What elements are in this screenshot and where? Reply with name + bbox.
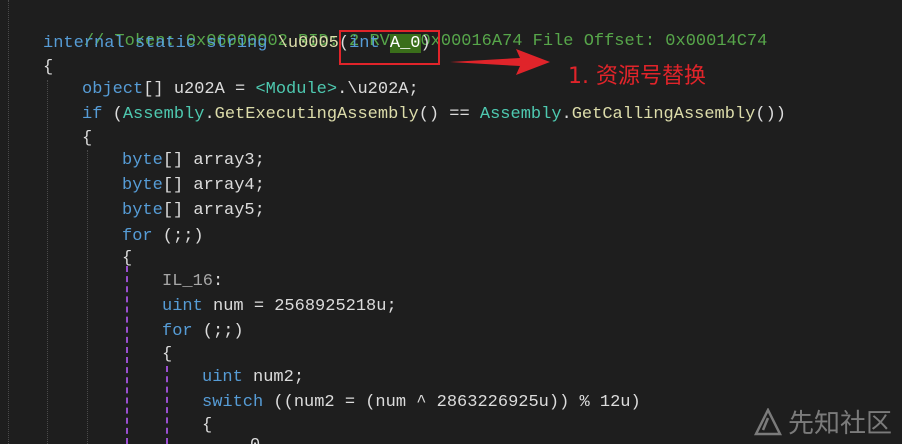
watermark-text: 先知社区 — [787, 409, 892, 439]
keyword-static: static — [134, 34, 197, 53]
keyword-for: for — [122, 227, 153, 246]
indent-guide — [8, 0, 9, 444]
code-fragment: ; — [386, 297, 397, 316]
indent-guide — [87, 150, 88, 444]
code-line-for: for (;;) — [162, 320, 244, 344]
annotation-highlight-box — [339, 30, 440, 65]
indent-guide — [47, 80, 48, 444]
code-line-for: for (;;) — [122, 225, 204, 249]
method-get-calling-assembly: GetCallingAssembly — [571, 105, 756, 124]
type-assembly: Assembly — [122, 105, 205, 124]
code-fragment: . — [561, 105, 572, 124]
brace-open: { — [82, 129, 93, 148]
code-fragment: (;;) — [192, 322, 244, 341]
code-line-brace: { — [82, 127, 92, 151]
xianzhi-logo-icon — [753, 407, 782, 435]
watermark: 先知社区 — [753, 403, 892, 440]
keyword-string: string — [206, 34, 268, 53]
method-name: \u0005 — [277, 34, 339, 53]
code-fragment: )) % — [548, 393, 600, 412]
number-literal: 2863226925u — [436, 393, 549, 412]
number-literal: 12u — [599, 393, 631, 412]
code-fragment: . — [204, 105, 215, 124]
code-line-uint-num2: uint num2; — [202, 366, 304, 390]
type-module: <Module> — [255, 80, 338, 99]
keyword-if: if — [82, 105, 103, 124]
indent-guide-active — [166, 366, 168, 444]
code-line-switch: switch ((num2 = (num ^ 2863226925u)) % 1… — [202, 391, 641, 415]
code-fragment: : — [213, 272, 224, 291]
code-fragment: ()) — [755, 105, 786, 124]
annotation-label: 1. 资源号替换 — [568, 64, 706, 89]
keyword-for: for — [162, 322, 193, 341]
code-line-byte-array3: byte[] array3; — [122, 149, 265, 173]
code-fragment: ((num2 = (num ^ — [263, 393, 437, 412]
code-fragment: ( — [102, 105, 123, 124]
code-line-byte-array4: byte[] array4; — [122, 174, 265, 198]
code-line-brace: { — [202, 414, 212, 438]
code-fragment: ) — [630, 393, 641, 412]
label-il16: IL_16 — [162, 272, 214, 291]
code-line-if: if (Assembly.GetExecutingAssembly() == A… — [82, 103, 786, 127]
keyword-uint: uint — [162, 297, 203, 316]
keyword-internal: internal — [43, 34, 125, 53]
number-literal: 2568925218u — [274, 297, 387, 316]
code-fragment: [] array5; — [162, 201, 265, 220]
indent-guide-active — [126, 266, 128, 444]
code-line-comment: // Token: 0x06000002 RID: 2 RVA: 0x00016… — [43, 6, 768, 51]
brace-open: { — [162, 345, 173, 364]
code-fragment: 0 — [250, 436, 260, 444]
code-editor[interactable]: // Token: 0x06000002 RID: 2 RVA: 0x00016… — [0, 0, 902, 444]
code-line-brace: { — [122, 247, 132, 271]
keyword-switch: switch — [202, 393, 264, 412]
keyword-object: object — [82, 80, 144, 99]
type-assembly: Assembly — [479, 105, 562, 124]
code-line-uint-num: uint num = 2568925218u; — [162, 295, 397, 319]
keyword-byte: byte — [122, 201, 163, 220]
code-fragment: [] u202A = — [143, 80, 256, 99]
code-line-brace: { — [43, 56, 53, 80]
keyword-uint: uint — [202, 368, 243, 387]
code-fragment: num2; — [242, 368, 305, 387]
keyword-byte: byte — [122, 176, 163, 195]
method-get-executing-assembly: GetExecutingAssembly — [214, 105, 419, 124]
annotation-arrow-icon — [450, 49, 550, 75]
code-fragment: [] array4; — [162, 176, 265, 195]
code-fragment: [] array3; — [162, 151, 265, 170]
code-fragment: (;;) — [152, 227, 204, 246]
brace-open: { — [202, 416, 213, 435]
keyword-byte: byte — [122, 151, 163, 170]
code-fragment: .\u202A; — [337, 80, 419, 99]
code-line-partial: 0 — [250, 434, 260, 444]
code-fragment: num = — [202, 297, 275, 316]
brace-open: { — [122, 249, 133, 268]
code-line-object-decl: object[] u202A = <Module>.\u202A; — [82, 78, 419, 102]
code-fragment: () == — [418, 105, 480, 124]
code-line-byte-array5: byte[] array5; — [122, 199, 265, 223]
code-line-brace: { — [162, 343, 172, 367]
brace-open: { — [43, 58, 54, 77]
code-line-label: IL_16: — [162, 270, 223, 294]
